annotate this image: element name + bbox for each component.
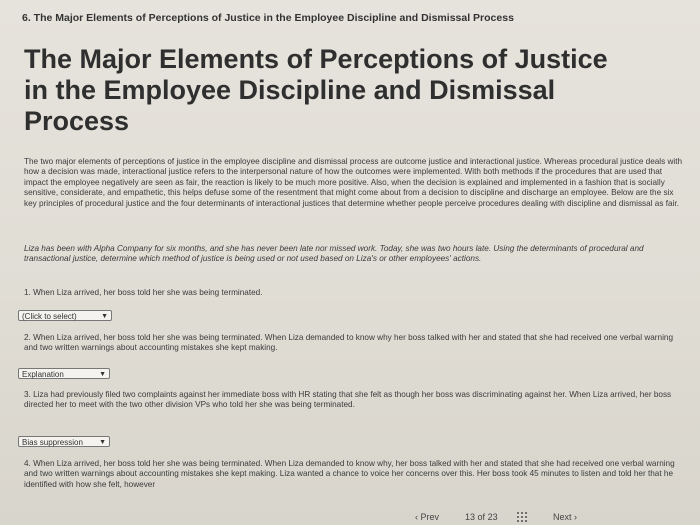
question-3-text: 3. Liza had previously filed two complai…	[24, 390, 672, 410]
chevron-right-icon: ›	[574, 512, 578, 522]
question-1-text: 1. When Liza arrived, her boss told her …	[24, 288, 263, 297]
question-1-dropdown[interactable]: (Click to select) ▼	[18, 310, 112, 321]
dropdown-value: Explanation	[22, 370, 64, 379]
scenario-paragraph: Liza has been with Alpha Company for six…	[24, 244, 644, 264]
page-title: The Major Elements of Perceptions of Jus…	[24, 44, 608, 136]
assignment-page: 6. The Major Elements of Perceptions of …	[0, 0, 700, 525]
page-current: 13	[465, 512, 476, 522]
page-of: of	[477, 512, 486, 522]
grid-icon[interactable]	[517, 512, 527, 522]
page-counter: 13 of 23	[465, 512, 498, 522]
prev-label: Prev	[420, 512, 440, 522]
next-label: Next	[553, 512, 572, 522]
chevron-down-icon: ▼	[101, 313, 108, 320]
intro-paragraph: The two major elements of perceptions of…	[24, 157, 683, 208]
chevron-down-icon: ▼	[99, 371, 106, 378]
section-breadcrumb: 6. The Major Elements of Perceptions of …	[22, 12, 514, 24]
question-4-text: 4. When Liza arrived, her boss told her …	[24, 459, 675, 489]
question-2-text: 2. When Liza arrived, her boss told her …	[24, 333, 674, 353]
question-3-dropdown[interactable]: Bias suppression ▼	[18, 436, 110, 447]
chevron-left-icon: ‹	[415, 512, 418, 522]
pagination-bar: ‹ Prev 13 of 23 Next ›	[0, 510, 700, 525]
prev-button[interactable]: ‹ Prev	[415, 512, 439, 522]
page-total: 23	[487, 512, 498, 522]
question-2-dropdown[interactable]: Explanation ▼	[18, 368, 110, 379]
chevron-down-icon: ▼	[99, 439, 106, 446]
next-button[interactable]: Next ›	[553, 512, 577, 522]
dropdown-value: Bias suppression	[22, 438, 83, 447]
dropdown-value: (Click to select)	[22, 312, 77, 321]
